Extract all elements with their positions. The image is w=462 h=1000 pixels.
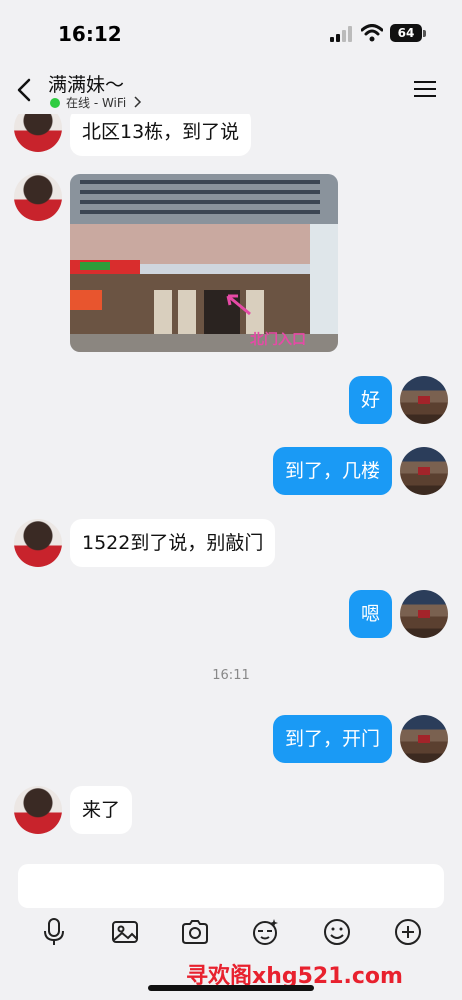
contact-avatar[interactable] [14,173,62,221]
cellular-signal-icon [330,26,352,42]
chevron-right-icon[interactable] [134,96,142,108]
incoming-message[interactable]: 北区13栋，到了说 [70,114,252,156]
wifi-icon [361,24,383,42]
plus-icon[interactable] [393,917,423,947]
image-icon[interactable] [110,917,140,947]
contact-avatar[interactable] [14,519,62,567]
photo-caption: 北门入口 [250,331,306,348]
online-status-text[interactable]: 在线 - WiFi [66,94,126,111]
battery-indicator: 64 [390,24,422,42]
my-avatar[interactable] [400,590,448,638]
my-avatar[interactable] [400,447,448,495]
battery-nub [423,30,426,37]
microphone-icon[interactable] [39,917,69,947]
contact-name[interactable]: 满满妹～ [48,70,124,97]
outgoing-message[interactable]: 到了，几楼 [272,447,392,495]
camera-icon[interactable] [180,917,210,947]
back-chevron-icon[interactable] [14,78,34,102]
outgoing-message[interactable]: 嗯 [348,590,392,638]
status-bar: 16:12 64 [0,0,462,66]
online-status-dot [50,98,60,108]
incoming-message[interactable]: 来了 [70,786,133,834]
incoming-message[interactable]: 1522到了说，别敲门 [70,519,276,567]
emoji-icon[interactable] [322,917,352,947]
sticker-icon[interactable] [250,917,280,947]
menu-icon[interactable] [414,80,436,98]
building-photo: 北门入口 [70,174,338,352]
time-separator: 16:11 [212,668,250,683]
my-avatar[interactable] [400,715,448,763]
message-list[interactable]: 北区13栋，到了说 北门入口 好 到了，几楼 1522到了说，别敲门 嗯 16:… [0,114,462,854]
outgoing-message[interactable]: 到了，开门 [272,715,392,763]
home-indicator[interactable] [148,985,314,991]
my-avatar[interactable] [400,376,448,424]
contact-avatar[interactable] [14,114,62,152]
incoming-photo[interactable]: 北门入口 [70,174,338,352]
contact-avatar[interactable] [14,786,62,834]
chat-header: 满满妹～ 在线 - WiFi [0,66,462,114]
message-input[interactable] [18,864,444,908]
status-time: 16:12 [58,22,122,46]
outgoing-message[interactable]: 好 [348,376,392,424]
